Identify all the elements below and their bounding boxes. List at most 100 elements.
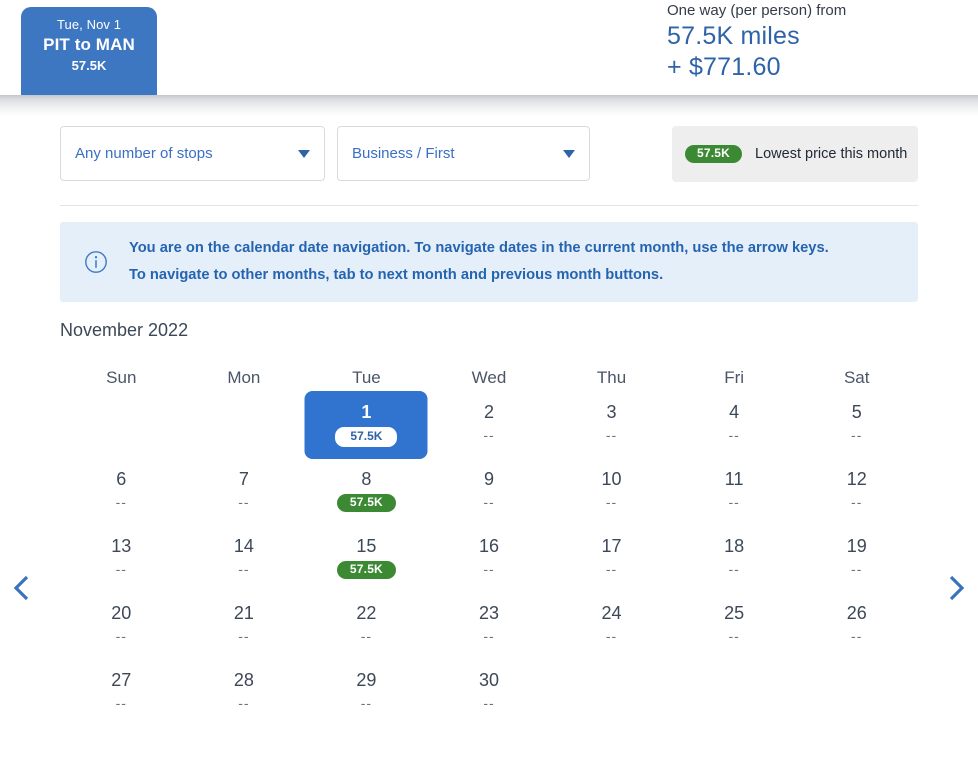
calendar-day-cell[interactable]: 12 --: [795, 462, 918, 529]
calendar-day-number: 18: [724, 536, 745, 556]
calendar-day-cell[interactable]: 27 --: [60, 663, 183, 730]
calendar-day-number: 24: [601, 603, 622, 623]
calendar-day-number: 9: [483, 469, 494, 489]
calendar-day-number: 29: [356, 670, 377, 690]
calendar-day-cell[interactable]: 8 57.5K: [305, 462, 428, 529]
page-header: Tue, Nov 1 PIT to MAN 57.5K One way (per…: [0, 0, 978, 95]
calendar-day-cell[interactable]: 10 --: [550, 462, 673, 529]
calendar-day-cell[interactable]: 23 --: [428, 596, 551, 663]
calendar-month-title: November 2022: [60, 320, 189, 340]
calendar-day-cell[interactable]: 21 --: [183, 596, 306, 663]
calendar-day-cell[interactable]: 25 --: [673, 596, 796, 663]
calendar-day-cell[interactable]: 13 --: [60, 529, 183, 596]
calendar-day-number: 5: [851, 402, 862, 422]
calendar-day-cell[interactable]: 14 --: [183, 529, 306, 596]
calendar-day-price: --: [851, 427, 863, 443]
cabin-class-select[interactable]: Business / First: [337, 126, 590, 181]
price-summary: One way (per person) from 57.5K miles + …: [667, 0, 846, 83]
calendar-day-number: 14: [233, 536, 254, 556]
calendar-day-empty: [550, 663, 673, 730]
stops-select[interactable]: Any number of stops: [60, 126, 325, 181]
calendar-day-number: 10: [601, 469, 622, 489]
calendar-weeks: 1 57.5K 2 -- 3 -- 4 -- 5 -- 6 -- 7 -- 8 57.5K 9 -- 10 -- 11 -…: [60, 391, 918, 730]
calendar-day-number: 27: [111, 670, 132, 690]
cabin-class-select-value: Business / First: [352, 145, 455, 162]
calendar-day-cell[interactable]: 3 --: [550, 395, 673, 462]
calendar-day-cell[interactable]: 28 --: [183, 663, 306, 730]
calendar-day-empty: [795, 663, 918, 730]
calendar-day-price: --: [728, 427, 740, 443]
calendar-day-cell[interactable]: 18 --: [673, 529, 796, 596]
calendar-day-price: --: [483, 628, 495, 644]
chevron-right-icon: [945, 573, 967, 608]
calendar-day-number: 30: [478, 670, 499, 690]
calendar-week-row: 27 -- 28 -- 29 -- 30 --: [60, 663, 918, 730]
calendar-day-cell[interactable]: 30 --: [428, 663, 551, 730]
weekday-header: Thu: [596, 368, 627, 387]
calendar-day-number: 19: [846, 536, 867, 556]
calendar-day-number: 8: [361, 469, 372, 489]
header-divider-shadow: [0, 95, 978, 117]
legend-label: Lowest price this month: [755, 146, 908, 162]
calendar-help-banner: You are on the calendar date navigation.…: [60, 222, 918, 302]
calendar-day-cell[interactable]: 26 --: [795, 596, 918, 663]
calendar-day-cell[interactable]: 4 --: [673, 395, 796, 462]
calendar-day-cell[interactable]: 16 --: [428, 529, 551, 596]
selected-day-price-badge: 57.5K: [335, 427, 398, 447]
calendar-day-cell[interactable]: 7 --: [183, 462, 306, 529]
calendar-day-price: --: [115, 561, 127, 577]
calendar-day-price: --: [360, 628, 373, 644]
calendar-week-row: 6 -- 7 -- 8 57.5K 9 -- 10 -- 11 -- 12 --: [60, 462, 918, 529]
calendar-day-cell[interactable]: 11 --: [673, 462, 796, 529]
calendar-day-price: --: [605, 561, 618, 577]
filter-divider: [60, 205, 918, 206]
calendar-day-number: 21: [233, 603, 254, 623]
calendar-day-price: --: [360, 695, 373, 711]
calendar-day-cell[interactable]: 6 --: [60, 462, 183, 529]
calendar-day-cell[interactable]: 9 --: [428, 462, 551, 529]
calendar-day-number: 17: [601, 536, 622, 556]
calendar-day-cell[interactable]: 19 --: [795, 529, 918, 596]
calendar-day-price: --: [605, 628, 618, 644]
weekday-header: Wed: [471, 368, 507, 387]
chevron-left-icon: [11, 573, 33, 608]
weekday-header: Mon: [227, 368, 261, 387]
chevron-down-icon: [563, 149, 575, 158]
calendar-day-price: --: [728, 561, 740, 577]
calendar-day-number: 16: [478, 536, 499, 556]
calendar-day-cell[interactable]: 17 --: [550, 529, 673, 596]
weekday-header: Sun: [106, 368, 137, 387]
calendar-day-cell[interactable]: 1 57.5K: [304, 391, 428, 462]
calendar-day-price: --: [605, 427, 618, 443]
previous-month-button[interactable]: [0, 568, 44, 612]
flight-card-date: Tue, Nov 1: [56, 17, 122, 32]
flight-card-miles: 57.5K: [71, 58, 107, 73]
calendar-day-cell[interactable]: 29 --: [305, 663, 428, 730]
calendar-day-cell[interactable]: 5 --: [795, 395, 918, 462]
lowest-price-badge: 57.5K: [336, 561, 396, 579]
weekday-header: Tue: [352, 368, 381, 387]
next-month-button[interactable]: [934, 568, 978, 612]
calendar-day-empty: [673, 663, 796, 730]
calendar-day-price: --: [238, 494, 250, 510]
calendar-day-price: --: [483, 427, 495, 443]
chevron-down-icon: [298, 149, 310, 158]
calendar-help-text: You are on the calendar date navigation.…: [129, 240, 829, 283]
price-cash: + $771.60: [667, 53, 781, 81]
calendar-day-price: --: [851, 561, 863, 577]
calendar-day-cell[interactable]: 24 --: [550, 596, 673, 663]
calendar-day-price: --: [483, 695, 495, 711]
price-label: One way (per person) from: [667, 2, 847, 19]
calendar-day-cell[interactable]: 15 57.5K: [305, 529, 428, 596]
calendar-day-price: --: [483, 561, 495, 577]
calendar-week-row: 20 -- 21 -- 22 -- 23 -- 24 -- 25 -- 26 --: [60, 596, 918, 663]
calendar-day-cell[interactable]: 2 --: [428, 395, 551, 462]
calendar-day-number: 20: [111, 603, 132, 623]
weekday-header: Sat: [843, 368, 870, 387]
flight-summary-card[interactable]: Tue, Nov 1 PIT to MAN 57.5K: [21, 7, 157, 95]
calendar-day-price: --: [728, 628, 740, 644]
calendar-day-cell[interactable]: 22 --: [305, 596, 428, 663]
calendar-day-number: 6: [116, 469, 127, 489]
calendar-day-number: 7: [238, 469, 249, 489]
calendar-day-cell[interactable]: 20 --: [60, 596, 183, 663]
